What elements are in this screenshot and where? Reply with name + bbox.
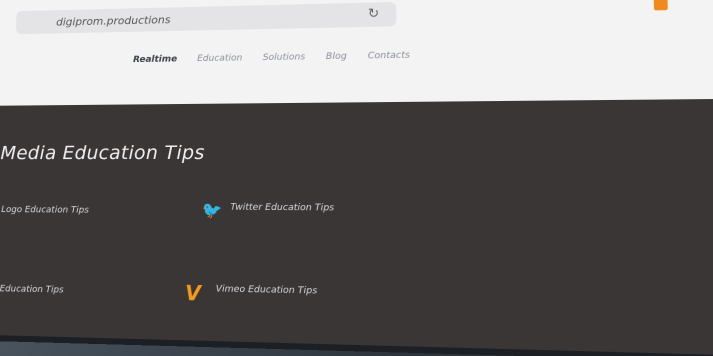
brand-text [672,3,713,4]
page-title: Media Education Tips [0,141,205,165]
reload-icon[interactable]: ↻ [368,6,380,21]
logo-icon [653,0,668,11]
main-content: Media Education Tips Logo Education Tips… [0,98,713,356]
site-header: digiprom.productions ↻ Realtime Educatio… [0,0,713,106]
nav-item-solutions[interactable]: Solutions [263,52,306,63]
nav-item-realtime[interactable]: Realtime [133,55,177,66]
card-title: Education Tips [0,284,64,296]
nav-item-education[interactable]: Education [197,53,242,64]
card-twitter: 🐦 Twitter Education Tips [201,200,409,220]
vimeo-icon: V [185,280,201,306]
main-nav: Realtime Education Solutions Blog Contac… [133,51,410,66]
card-text [230,219,409,220]
laptop-screen: digiprom.productions ↻ Realtime Educatio… [0,0,713,356]
card-title: Logo Education Tips [1,205,89,216]
card-text [216,301,395,305]
twitter-icon: 🐦 [201,200,223,220]
nav-item-blog[interactable]: Blog [326,52,347,62]
card-logo: Logo Education Tips [1,205,167,222]
nav-item-contacts[interactable]: Contacts [368,51,410,62]
card-text [0,300,167,304]
card-title: Twitter Education Tips [230,202,335,214]
card-education: Education Tips [0,284,167,304]
address-bar[interactable]: digiprom.productions ↻ [16,1,397,35]
brand-logo[interactable] [653,0,713,11]
url-text: digiprom.productions [56,12,171,29]
card-title: Vimeo Education Tips [215,284,318,297]
card-vimeo: V Vimeo Education Tips [185,280,395,307]
card-text [1,221,167,222]
